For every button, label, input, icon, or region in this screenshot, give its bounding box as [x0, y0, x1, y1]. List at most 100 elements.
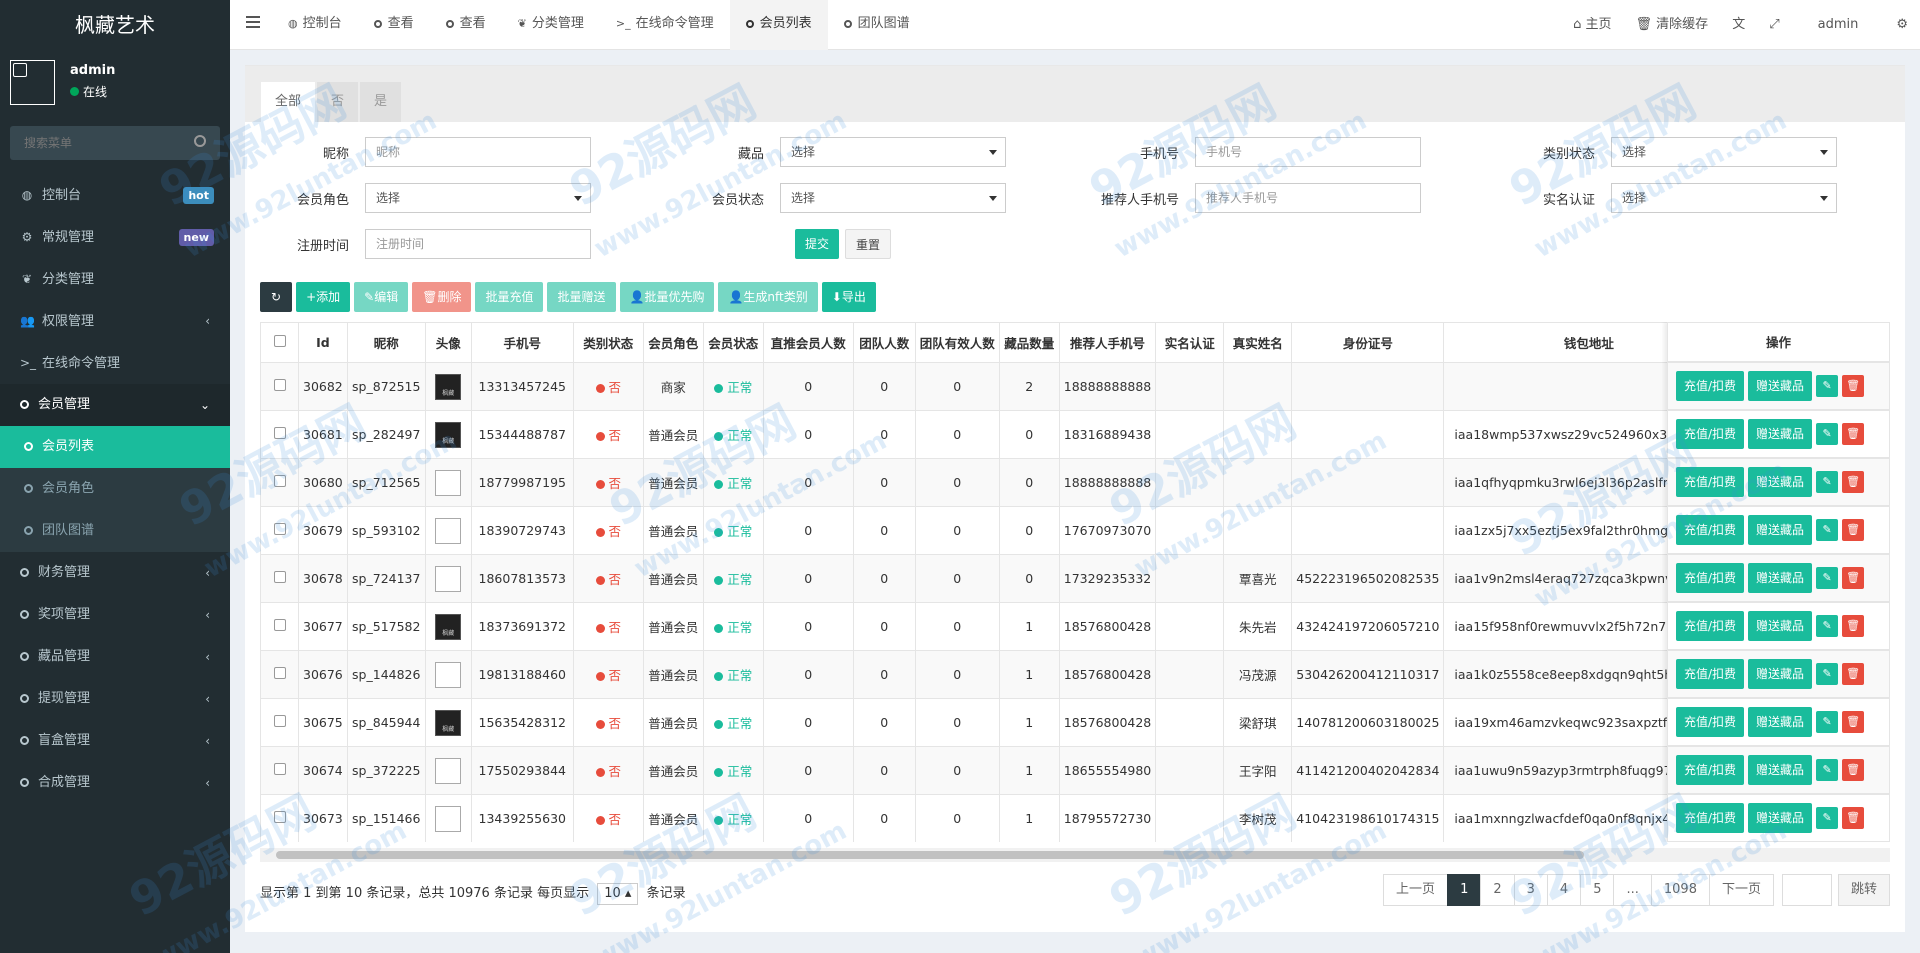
page-number-button[interactable]: 3 [1513, 874, 1548, 906]
edit-pencil-icon[interactable]: ✎ [1816, 375, 1839, 397]
select-all-checkbox-cell[interactable] [260, 322, 299, 363]
gift-collection-button[interactable]: 赠送藏品 [1748, 659, 1813, 689]
sidebar-search-input[interactable] [10, 126, 180, 160]
navbar-user[interactable]: admin [1792, 0, 1885, 50]
sidebar-item[interactable]: 合成管理 ‹ [0, 762, 230, 804]
row-checkbox-cell[interactable] [260, 410, 299, 459]
column-header[interactable]: 团队人数 [852, 322, 916, 363]
checkbox[interactable] [273, 335, 286, 347]
member-role-select[interactable]: 选择 [365, 183, 591, 213]
nav-tab[interactable]: 查看 [430, 0, 502, 50]
edit-pencil-icon[interactable]: ✎ [1816, 759, 1839, 781]
batch-recharge-button[interactable]: 批量充值 [475, 282, 544, 312]
sidebar-item[interactable]: ◍ 控制台 hot [0, 174, 230, 216]
table-row[interactable]: 30675sp_84594415635428312否普通会员正常00011857… [260, 698, 1735, 747]
delete-trash-icon[interactable]: 🗑 [1842, 519, 1865, 541]
edit-pencil-icon[interactable]: ✎ [1816, 471, 1839, 493]
checkbox[interactable] [273, 523, 286, 535]
row-checkbox-cell[interactable] [260, 602, 299, 651]
sidebar-item[interactable]: ⚙ 常规管理 new [0, 216, 230, 258]
edit-pencil-icon[interactable]: ✎ [1816, 567, 1839, 589]
avatar-image-icon[interactable] [435, 517, 462, 544]
gift-collection-button[interactable]: 赠送藏品 [1748, 563, 1813, 593]
gift-collection-button[interactable]: 赠送藏品 [1748, 419, 1813, 449]
avatar-image-icon[interactable] [435, 469, 462, 496]
table-row[interactable]: 30679 sp_593102 18390729743 否普通会员 正常 0 0 0 0 1767… [260, 506, 1735, 555]
jump-button[interactable]: 跳转 [1837, 874, 1890, 906]
checkbox[interactable] [273, 811, 286, 823]
avatar-image-icon[interactable] [435, 661, 462, 688]
table-row[interactable]: 30682sp_87251513313457245否商家正常0002188888… [260, 362, 1735, 411]
checkbox[interactable] [273, 379, 286, 391]
table-row[interactable]: 30677sp_51758218373691372否普通会员正常00011857… [260, 602, 1735, 651]
phone-input[interactable]: 手机号 [1195, 137, 1421, 167]
prev-page-button[interactable]: 上一页 [1383, 874, 1449, 906]
row-checkbox-cell[interactable] [260, 506, 299, 555]
delete-trash-icon[interactable]: 🗑 [1842, 807, 1865, 829]
nav-tab[interactable]: 团队图谱 [828, 0, 926, 50]
recharge-button[interactable]: 充值/扣费 [1676, 707, 1745, 737]
category-status-select[interactable]: 选择 [1611, 137, 1837, 167]
row-checkbox-cell[interactable] [260, 362, 299, 411]
nav-tab[interactable]: 查看 [358, 0, 430, 50]
referrer-phone-input[interactable]: 推荐人手机号 [1195, 183, 1421, 213]
page-number-button[interactable]: 5 [1580, 874, 1615, 906]
gift-collection-button[interactable]: 赠送藏品 [1748, 803, 1813, 833]
sidebar-item[interactable]: 会员角色 [0, 468, 230, 510]
edit-pencil-icon[interactable]: ✎ [1816, 423, 1839, 445]
column-header[interactable]: 手机号 [470, 322, 574, 363]
real-name-auth-select[interactable]: 选择 [1611, 183, 1837, 213]
gift-collection-button[interactable]: 赠送藏品 [1748, 515, 1813, 545]
column-header[interactable]: 直推会员人数 [762, 322, 854, 363]
add-button[interactable]: +添加 [296, 282, 351, 312]
fullscreen-icon[interactable]: ⤢ [1757, 0, 1791, 50]
sidebar-item[interactable]: 财务管理 ‹ [0, 552, 230, 594]
gift-collection-button[interactable]: 赠送藏品 [1748, 755, 1813, 785]
row-checkbox-cell[interactable] [260, 650, 299, 699]
sidebar-item[interactable]: 盲盒管理 ‹ [0, 720, 230, 762]
translate-icon[interactable]: 文 [1720, 0, 1757, 50]
sidebar-item[interactable]: 👥 权限管理 ‹ [0, 300, 230, 342]
checkbox[interactable] [273, 715, 286, 727]
sidebar-item[interactable]: 会员列表 [0, 426, 230, 468]
column-header[interactable]: 推荐人手机号 [1058, 322, 1157, 363]
delete-trash-icon[interactable]: 🗑 [1842, 663, 1865, 685]
avatar-image-icon[interactable] [435, 421, 462, 448]
column-header[interactable]: 实名认证 [1155, 322, 1225, 363]
delete-trash-icon[interactable]: 🗑 [1842, 567, 1865, 589]
edit-pencil-icon[interactable]: ✎ [1816, 663, 1839, 685]
menu-toggle-icon[interactable] [246, 16, 260, 28]
table-row[interactable]: 30676 sp_144826 19813188460 否普通会员 正常 0 0 0 1 1857… [260, 650, 1735, 699]
avatar-image-icon[interactable] [435, 757, 462, 784]
app-logo[interactable]: 枫藏艺术 [0, 0, 230, 50]
sidebar-item[interactable]: ❦ 分类管理 [0, 258, 230, 300]
nav-tab[interactable]: >_ 在线命令管理 [600, 0, 730, 50]
collection-select[interactable]: 选择 [780, 137, 1006, 167]
scrollbar-thumb[interactable] [276, 851, 1584, 859]
gift-collection-button[interactable]: 赠送藏品 [1748, 371, 1813, 401]
checkbox[interactable] [273, 427, 286, 439]
column-header[interactable]: 会员状态 [702, 322, 764, 363]
sidebar-item[interactable]: >_ 在线命令管理 [0, 342, 230, 384]
filter-tab[interactable]: 是 [360, 82, 402, 122]
table-row[interactable]: 30678 sp_724137 18607813573 否普通会员 正常 0 0 0 0 1732… [260, 554, 1735, 603]
register-time-input[interactable]: 注册时间 [365, 229, 591, 259]
delete-button[interactable]: 🗑删除 [412, 282, 472, 312]
horizontal-scrollbar[interactable] [260, 848, 1890, 862]
batch-gift-button[interactable]: 批量赠送 [547, 282, 616, 312]
nav-tab[interactable]: ❦ 分类管理 [502, 0, 600, 50]
row-checkbox-cell[interactable] [260, 794, 299, 842]
sidebar-item[interactable]: 会员管理 ⌄ [0, 384, 230, 426]
table-row[interactable]: 30680 sp_712565 18779987195 否普通会员 正常 0 0 0 0 1888… [260, 458, 1735, 507]
column-header[interactable]: 身份证号 [1291, 322, 1445, 363]
column-header[interactable]: 藏品数量 [998, 322, 1060, 363]
edit-button[interactable]: ✎编辑 [354, 282, 409, 312]
avatar-image-icon[interactable] [435, 613, 462, 640]
page-number-button[interactable]: 1098 [1650, 874, 1710, 906]
refresh-button[interactable]: ↻ [260, 282, 293, 312]
edit-pencil-icon[interactable]: ✎ [1816, 807, 1839, 829]
recharge-button[interactable]: 充值/扣费 [1676, 563, 1745, 593]
delete-trash-icon[interactable]: 🗑 [1842, 375, 1865, 397]
generate-nft-button[interactable]: 👤生成nft类别 [718, 282, 818, 312]
checkbox[interactable] [273, 763, 286, 775]
